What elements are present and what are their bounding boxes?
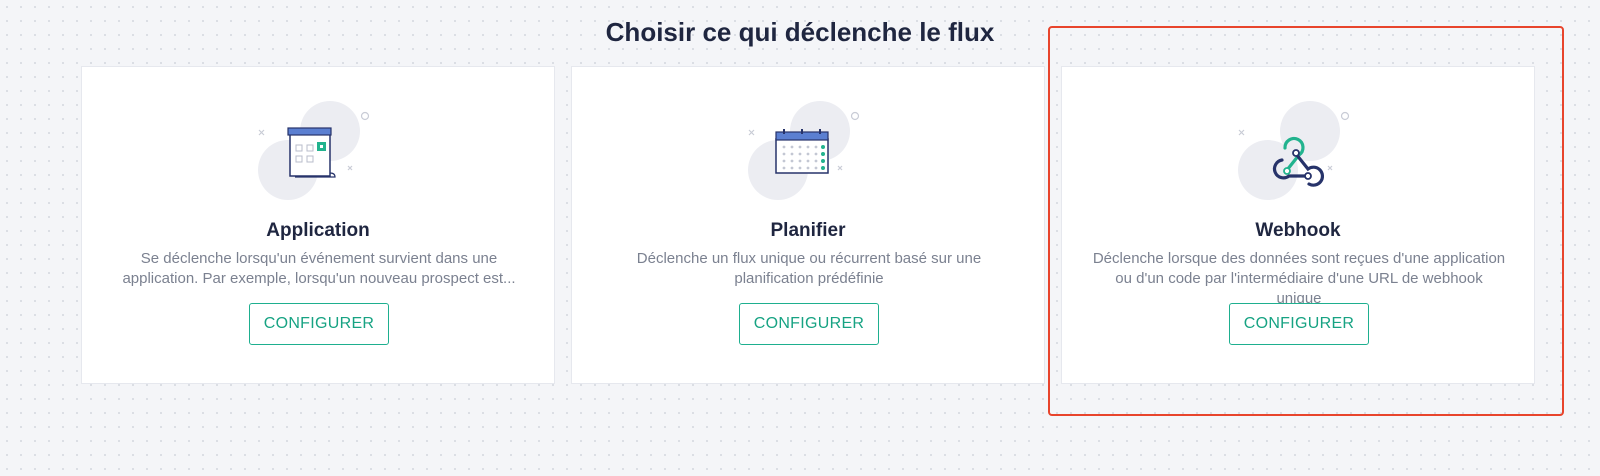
trigger-card-webhook: Webhook Déclenche lorsque des données so… xyxy=(1061,66,1535,384)
card-description: Se déclenche lorsqu'un événement survien… xyxy=(122,250,516,287)
card-title: Application xyxy=(266,220,370,241)
webhook-icon xyxy=(1238,101,1350,200)
card-title: Planifier xyxy=(770,220,846,241)
card-description: Déclenche lorsque des données sont reçue… xyxy=(1092,250,1506,307)
app-window-icon xyxy=(258,101,370,200)
calendar-icon xyxy=(748,101,860,200)
card-title: Webhook xyxy=(1255,220,1341,241)
trigger-card-application: Application Se déclenche lorsqu'un événe… xyxy=(81,66,555,384)
configure-application-button[interactable]: CONFIGURER xyxy=(249,303,389,345)
card-description: Déclenche un flux unique ou récurrent ba… xyxy=(636,250,982,287)
configure-schedule-button[interactable]: CONFIGURER xyxy=(739,303,879,345)
trigger-card-schedule: Planifier Déclenche un flux unique ou ré… xyxy=(571,66,1045,384)
page-title: Choisir ce qui déclenche le flux xyxy=(605,17,995,47)
configure-webhook-button[interactable]: CONFIGURER xyxy=(1229,303,1369,345)
